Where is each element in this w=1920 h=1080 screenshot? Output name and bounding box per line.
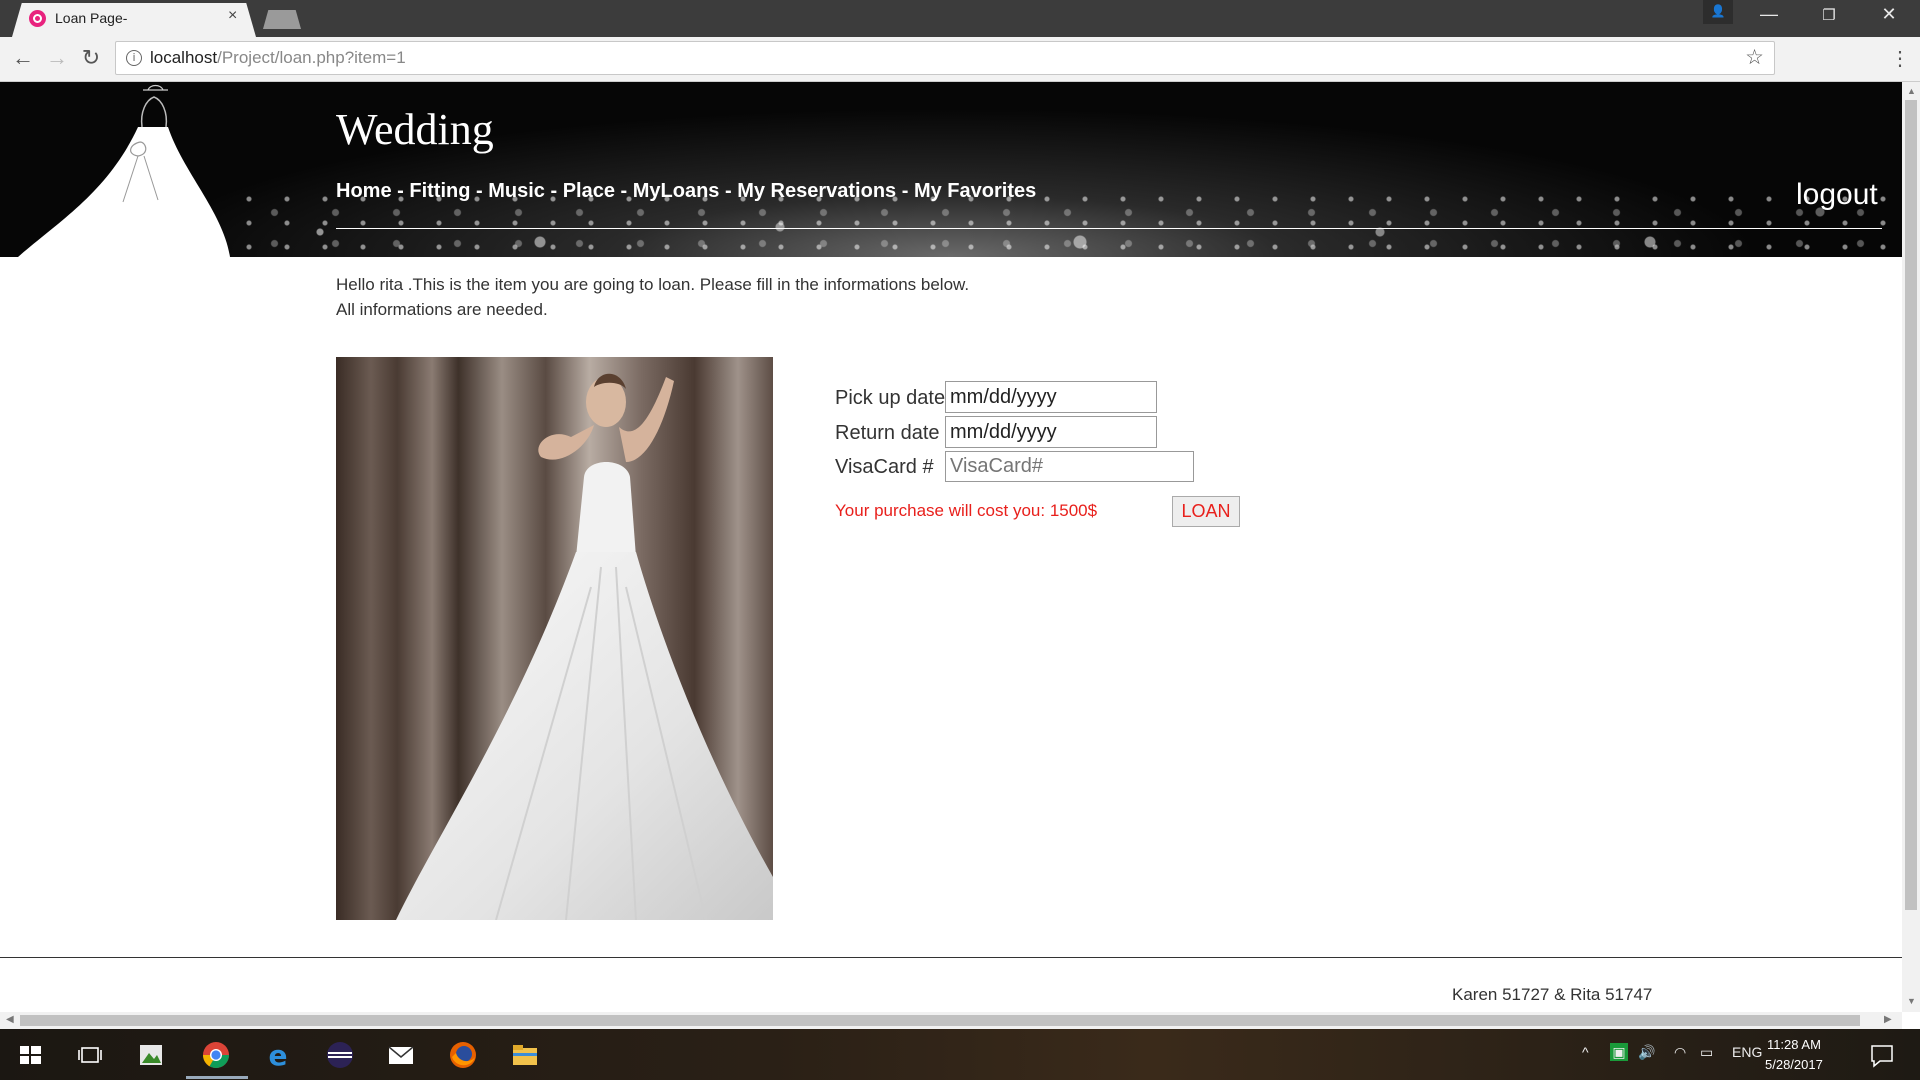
volume-icon[interactable]: 🔊	[1638, 1044, 1655, 1061]
scroll-left-icon[interactable]: ◀	[6, 1014, 14, 1025]
windows-taskbar: e ^ ▣ 🔊 ◠ ▭ ENG 11:28 AM 5/28/2017	[0, 1029, 1920, 1080]
svg-text:e: e	[269, 1039, 288, 1071]
logout-link[interactable]: logout	[1796, 178, 1878, 212]
edge-icon[interactable]: e	[262, 1039, 294, 1071]
reload-icon[interactable]: ↻	[76, 45, 106, 71]
main-nav: Home - Fitting - Music - Place - MyLoans…	[336, 180, 1036, 203]
dress-logo-icon	[18, 84, 230, 257]
loan-button[interactable]: LOAN	[1172, 496, 1240, 527]
url-text: localhost/Project/loan.php?item=1	[150, 48, 406, 67]
product-image	[336, 357, 773, 920]
action-center-icon[interactable]	[1866, 1039, 1898, 1071]
return-date-label: Return date	[835, 422, 940, 444]
task-view-icon[interactable]	[74, 1039, 106, 1071]
clock-date: 5/28/2017	[1765, 1057, 1823, 1072]
firefox-icon[interactable]	[447, 1039, 479, 1071]
return-date-input[interactable]	[945, 416, 1157, 448]
visa-card-input[interactable]	[945, 451, 1194, 482]
cost-text: Your purchase will cost you: 1500$	[835, 501, 1098, 520]
scroll-down-icon[interactable]: ▼	[1907, 996, 1916, 1006]
page-viewport: Wedding Home - Fitting - Music - Place -…	[0, 82, 1902, 1012]
nav-separator: -	[614, 180, 633, 202]
nav-my-reservations[interactable]: My Reservations	[737, 180, 896, 202]
horizontal-scrollbar[interactable]: ◀ ▶	[0, 1012, 1902, 1029]
header-banner: Wedding Home - Fitting - Music - Place -…	[0, 82, 1902, 257]
visa-card-label: VisaCard #	[835, 456, 934, 478]
chrome-icon[interactable]	[200, 1039, 232, 1071]
forward-arrow-icon[interactable]: →	[42, 45, 72, 71]
show-hidden-icons-icon[interactable]: ^	[1582, 1044, 1589, 1060]
vertical-scrollbar[interactable]: ▲ ▼	[1902, 82, 1920, 1012]
address-bar[interactable]: i localhost/Project/loan.php?item=1 ☆	[115, 41, 1775, 75]
scroll-up-icon[interactable]: ▲	[1907, 86, 1916, 96]
bookmark-star-icon[interactable]: ☆	[1745, 45, 1764, 70]
horizontal-scroll-thumb[interactable]	[20, 1015, 1860, 1026]
back-arrow-icon[interactable]: ←	[8, 45, 38, 71]
browser-titlebar: Loan Page- × 👤 — ❐ ✕	[0, 0, 1920, 37]
nav-music[interactable]: Music	[488, 180, 545, 202]
nav-separator: -	[391, 180, 410, 202]
info-icon[interactable]: i	[126, 50, 142, 66]
footer-divider	[0, 957, 1902, 958]
nav-myloans[interactable]: MyLoans	[633, 180, 720, 202]
new-tab-button[interactable]	[263, 10, 301, 29]
clock-time: 11:28 AM	[1766, 1037, 1821, 1052]
language-indicator[interactable]: ENG	[1732, 1044, 1762, 1060]
wedding-dress-image-icon	[396, 373, 773, 920]
nav-fitting[interactable]: Fitting	[409, 180, 470, 202]
tab-title: Loan Page-	[55, 10, 128, 26]
scroll-right-icon[interactable]: ▶	[1884, 1014, 1892, 1025]
footer-credits: Karen 51727 & Rita 51747	[1452, 985, 1653, 1004]
battery-icon[interactable]: ▭	[1700, 1044, 1713, 1061]
nav-home[interactable]: Home	[336, 180, 392, 202]
windows-start-icon[interactable]	[14, 1039, 46, 1071]
system-clock[interactable]: 11:28 AM 5/28/2017	[1765, 1035, 1823, 1075]
greeting-line-2: All informations are needed.	[336, 300, 548, 319]
nav-divider	[336, 228, 1882, 229]
minimize-button[interactable]: —	[1746, 4, 1792, 25]
nav-separator: -	[470, 180, 489, 202]
profile-icon[interactable]: 👤	[1703, 0, 1733, 24]
greeting-text: Hello rita .This is the item you are goi…	[336, 272, 969, 322]
tab-close-icon[interactable]: ×	[228, 7, 237, 25]
tray-app-icon[interactable]: ▣	[1610, 1043, 1628, 1061]
vertical-scroll-thumb[interactable]	[1905, 100, 1917, 910]
greeting-line-1: Hello rita .This is the item you are goi…	[336, 275, 970, 294]
pickup-date-label: Pick up date	[835, 387, 946, 409]
mail-icon[interactable]	[385, 1039, 417, 1071]
browser-menu-icon[interactable]: ⋮	[1890, 46, 1910, 71]
site-favicon-icon	[29, 10, 46, 27]
browser-tab[interactable]	[12, 3, 256, 37]
close-window-button[interactable]: ✕	[1866, 4, 1912, 25]
site-title: Wedding	[336, 105, 494, 154]
nav-separator: -	[719, 180, 738, 202]
wifi-icon[interactable]: ◠	[1674, 1044, 1686, 1061]
nav-my-favorites[interactable]: My Favorites	[914, 180, 1036, 202]
pickup-date-input[interactable]	[945, 381, 1157, 413]
nav-place[interactable]: Place	[563, 180, 615, 202]
nav-separator: -	[544, 180, 563, 202]
file-explorer-icon[interactable]	[509, 1039, 541, 1071]
active-app-indicator	[186, 1076, 248, 1079]
eclipse-icon[interactable]	[324, 1039, 356, 1071]
nav-separator: -	[896, 180, 914, 202]
restore-button[interactable]: ❐	[1806, 6, 1852, 24]
image-viewer-icon[interactable]	[135, 1039, 167, 1071]
browser-toolbar: ← → ↻ i localhost/Project/loan.php?item=…	[0, 37, 1920, 82]
